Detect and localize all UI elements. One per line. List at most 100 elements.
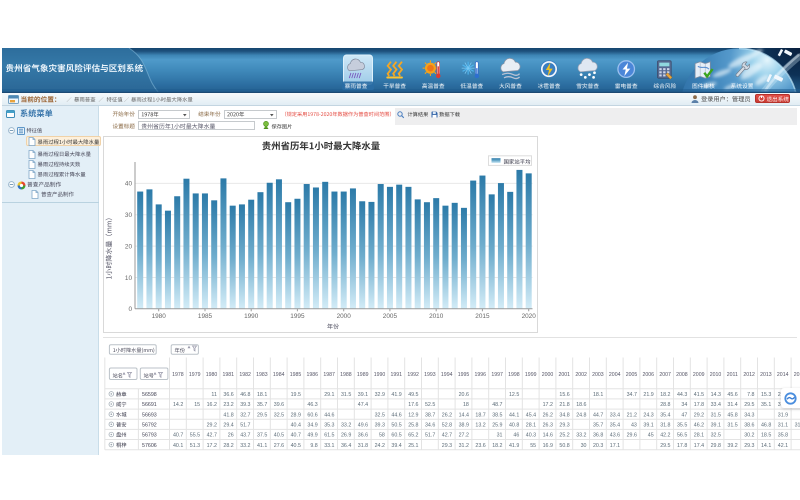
svg-text:49.5: 49.5 [408, 392, 418, 398]
svg-text:36.4: 36.4 [341, 443, 351, 449]
svg-text:7.8: 7.8 [747, 392, 754, 398]
svg-text:34.6: 34.6 [425, 423, 435, 429]
svg-text:55: 55 [530, 443, 536, 449]
svg-text:40.5: 40.5 [274, 433, 284, 439]
svg-text:42.7: 42.7 [207, 433, 217, 439]
svg-text:48.7: 48.7 [492, 402, 502, 408]
svg-text:33.4: 33.4 [711, 402, 721, 408]
svg-text:51.3: 51.3 [190, 443, 200, 449]
svg-text:51.7: 51.7 [425, 433, 435, 439]
svg-text:33.4: 33.4 [610, 412, 620, 418]
svg-text:35.1: 35.1 [761, 402, 771, 408]
svg-text:44.3: 44.3 [677, 392, 687, 398]
svg-text:31.9: 31.9 [795, 423, 800, 429]
svg-text:31.8: 31.8 [358, 443, 368, 449]
svg-text:18.1: 18.1 [257, 392, 267, 398]
svg-text:36.8: 36.8 [593, 433, 603, 439]
svg-text:17.1: 17.1 [610, 443, 620, 449]
svg-text:1990: 1990 [374, 372, 386, 378]
svg-text:1980: 1980 [152, 313, 167, 320]
svg-text:38.7: 38.7 [425, 412, 435, 418]
svg-text:2010: 2010 [429, 313, 444, 320]
svg-text:56691: 56691 [142, 402, 157, 408]
svg-text:14.4: 14.4 [459, 412, 469, 418]
svg-text:1987: 1987 [323, 372, 335, 378]
svg-text:18.1: 18.1 [593, 392, 603, 398]
svg-text:60.6: 60.6 [307, 412, 317, 418]
svg-text:30: 30 [125, 212, 133, 219]
svg-text:2000: 2000 [337, 313, 352, 320]
svg-text:39.3: 39.3 [240, 402, 250, 408]
svg-text:39.1: 39.1 [358, 392, 368, 398]
svg-text:39.4: 39.4 [391, 443, 401, 449]
svg-text:49.6: 49.6 [358, 423, 368, 429]
svg-text:29.3: 29.3 [442, 443, 452, 449]
svg-text:44.7: 44.7 [593, 412, 603, 418]
svg-text:33.2: 33.2 [576, 433, 586, 439]
svg-text:13.2: 13.2 [475, 423, 485, 429]
svg-text:26: 26 [228, 433, 234, 439]
svg-text:15.6: 15.6 [559, 392, 569, 398]
svg-text:40.5: 40.5 [291, 443, 301, 449]
svg-text:2001: 2001 [559, 372, 571, 378]
svg-text:20.3: 20.3 [593, 443, 603, 449]
svg-text:2006: 2006 [643, 372, 655, 378]
svg-text:1998: 1998 [508, 372, 520, 378]
svg-text:34.8: 34.8 [559, 412, 569, 418]
svg-text:1982: 1982 [239, 372, 251, 378]
svg-text:25.9: 25.9 [492, 423, 502, 429]
svg-text:46.3: 46.3 [307, 402, 317, 408]
svg-text:42.7: 42.7 [442, 433, 452, 439]
svg-text:35.7: 35.7 [257, 402, 267, 408]
svg-text:25.2: 25.2 [559, 433, 569, 439]
svg-text:40.1: 40.1 [173, 443, 183, 449]
svg-text:25.8: 25.8 [408, 423, 418, 429]
svg-text:1995: 1995 [290, 313, 305, 320]
svg-text:31.8: 31.8 [660, 423, 670, 429]
svg-text:44.6: 44.6 [391, 412, 401, 418]
svg-text:2007: 2007 [659, 372, 671, 378]
svg-text:46.8: 46.8 [761, 423, 771, 429]
svg-text:1984: 1984 [273, 372, 285, 378]
svg-text:12.9: 12.9 [408, 412, 418, 418]
svg-text:2008: 2008 [676, 372, 688, 378]
svg-text:18: 18 [463, 402, 469, 408]
svg-text:18.7: 18.7 [475, 412, 485, 418]
svg-text:1978: 1978 [172, 372, 184, 378]
svg-text:31.1: 31.1 [778, 423, 788, 429]
svg-text:18.2: 18.2 [492, 443, 502, 449]
svg-text:2015: 2015 [475, 313, 490, 320]
svg-text:40.8: 40.8 [509, 423, 519, 429]
svg-text:16.9: 16.9 [543, 443, 553, 449]
svg-text:1990: 1990 [244, 313, 259, 320]
svg-text:18.6: 18.6 [576, 402, 586, 408]
svg-text:41.5: 41.5 [694, 392, 704, 398]
svg-text:2010: 2010 [710, 372, 722, 378]
svg-text:29.1: 29.1 [324, 392, 334, 398]
svg-text:30.2: 30.2 [744, 433, 754, 439]
svg-text:52.8: 52.8 [442, 423, 452, 429]
svg-text:17.2: 17.2 [207, 443, 217, 449]
svg-text:40.7: 40.7 [291, 433, 301, 439]
svg-text:18.5: 18.5 [761, 433, 771, 439]
svg-text:61.5: 61.5 [324, 433, 334, 439]
svg-text:34.7: 34.7 [627, 392, 637, 398]
svg-text:41.9: 41.9 [391, 392, 401, 398]
svg-text:39.6: 39.6 [274, 402, 284, 408]
svg-text:29.4: 29.4 [223, 423, 233, 429]
svg-text:14.3: 14.3 [711, 392, 721, 398]
svg-text:2013: 2013 [760, 372, 772, 378]
svg-text:31.4: 31.4 [727, 402, 737, 408]
svg-text:28.8: 28.8 [660, 402, 670, 408]
svg-text:39.1: 39.1 [643, 423, 653, 429]
svg-text:1988: 1988 [340, 372, 352, 378]
svg-text:33.2: 33.2 [240, 443, 250, 449]
svg-text:2020: 2020 [522, 313, 537, 320]
svg-text:50.8: 50.8 [559, 443, 569, 449]
svg-text:11: 11 [211, 392, 217, 398]
svg-text:52.5: 52.5 [425, 402, 435, 408]
svg-text:34: 34 [681, 402, 687, 408]
svg-text:31.2: 31.2 [459, 443, 469, 449]
svg-text:36.6: 36.6 [358, 433, 368, 439]
svg-text:23.6: 23.6 [475, 443, 485, 449]
